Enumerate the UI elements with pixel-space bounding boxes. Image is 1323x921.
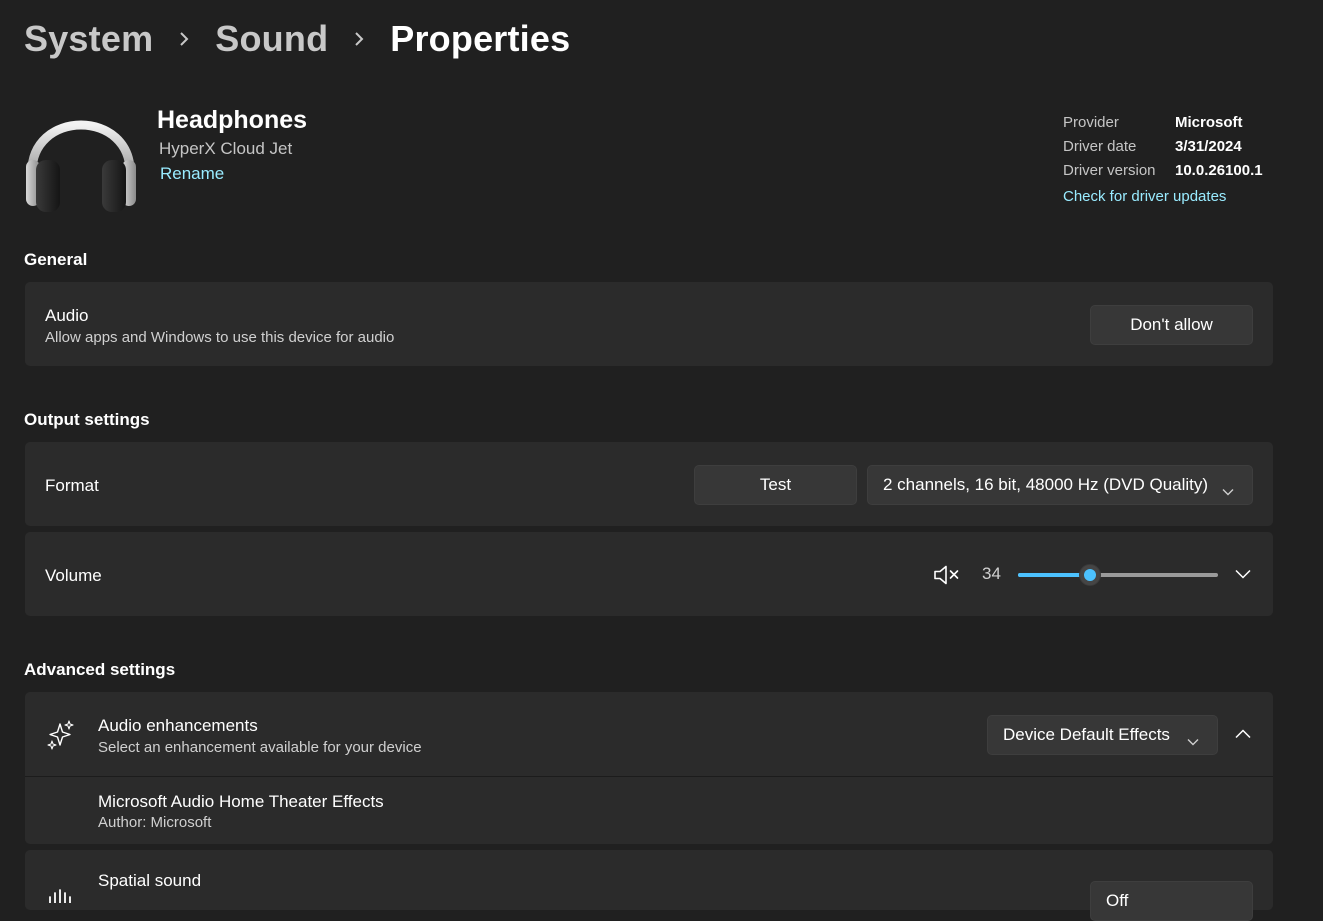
volume-slider-thumb[interactable] bbox=[1079, 564, 1101, 586]
spatial-sound-icon bbox=[47, 886, 73, 906]
headphones-icon bbox=[24, 98, 138, 214]
driver-date-value: 3/31/2024 bbox=[1175, 137, 1242, 155]
breadcrumb-system[interactable]: System bbox=[24, 18, 153, 60]
divider bbox=[25, 776, 1273, 777]
sparkle-icon bbox=[47, 720, 75, 750]
spatial-sound-card: Spatial sound Off bbox=[25, 850, 1273, 921]
advanced-section-title: Advanced settings bbox=[24, 660, 176, 679]
enhancements-dropdown[interactable]: Device Default Effects bbox=[987, 715, 1218, 755]
format-dropdown[interactable]: 2 channels, 16 bit, 48000 Hz (DVD Qualit… bbox=[867, 465, 1253, 505]
driver-info: Provider Microsoft Driver date 3/31/2024… bbox=[1063, 110, 1313, 208]
general-section-title: General bbox=[24, 250, 88, 269]
breadcrumb-properties: Properties bbox=[390, 18, 571, 59]
format-value: 2 channels, 16 bit, 48000 Hz (DVD Qualit… bbox=[883, 475, 1209, 494]
spatial-sound-dropdown[interactable]: Off bbox=[1090, 881, 1253, 921]
audio-enhancements-card: Audio enhancements Select an enhancement… bbox=[25, 692, 1273, 844]
effect-title: Microsoft Audio Home Theater Effects bbox=[98, 792, 384, 811]
chevron-down-icon bbox=[1222, 481, 1234, 496]
volume-label: Volume bbox=[45, 566, 102, 585]
device-model: HyperX Cloud Jet bbox=[159, 139, 293, 158]
dont-allow-button[interactable]: Don't allow bbox=[1090, 305, 1253, 345]
device-name: Headphones bbox=[157, 106, 308, 134]
driver-version-label: Driver version bbox=[1063, 161, 1156, 179]
breadcrumb-sound[interactable]: Sound bbox=[215, 18, 328, 60]
output-section-title: Output settings bbox=[24, 410, 150, 429]
audio-enhancements-subtitle: Select an enhancement available for your… bbox=[98, 739, 422, 756]
speaker-muted-icon[interactable] bbox=[933, 563, 961, 587]
driver-version-value: 10.0.26100.1 bbox=[1175, 161, 1263, 179]
chevron-down-icon[interactable] bbox=[1233, 564, 1253, 584]
check-driver-updates-link[interactable]: Check for driver updates bbox=[1063, 184, 1313, 208]
chevron-right-icon bbox=[352, 32, 366, 46]
spatial-sound-value: Off bbox=[1106, 891, 1129, 910]
audio-enhancements-title: Audio enhancements bbox=[98, 716, 258, 735]
effect-author: Author: Microsoft bbox=[98, 814, 212, 831]
volume-slider[interactable] bbox=[1018, 563, 1218, 586]
format-card: Format Test 2 channels, 16 bit, 48000 Hz… bbox=[25, 442, 1273, 526]
spatial-sound-title: Spatial sound bbox=[98, 871, 202, 890]
chevron-right-icon bbox=[177, 32, 191, 46]
volume-value: 34 bbox=[982, 564, 1001, 583]
provider-value: Microsoft bbox=[1175, 113, 1243, 131]
provider-label: Provider bbox=[1063, 113, 1119, 131]
rename-link[interactable]: Rename bbox=[160, 164, 224, 184]
audio-card: Audio Allow apps and Windows to use this… bbox=[25, 282, 1273, 366]
audio-title: Audio bbox=[45, 306, 89, 325]
audio-subtitle: Allow apps and Windows to use this devic… bbox=[45, 329, 395, 346]
enhancements-value: Device Default Effects bbox=[1003, 725, 1170, 744]
chevron-up-icon[interactable] bbox=[1233, 724, 1253, 744]
format-label: Format bbox=[45, 476, 99, 495]
test-button[interactable]: Test bbox=[694, 465, 857, 505]
chevron-down-icon bbox=[1187, 731, 1199, 746]
breadcrumb: System Sound Properties bbox=[24, 16, 570, 62]
driver-date-label: Driver date bbox=[1063, 137, 1137, 155]
